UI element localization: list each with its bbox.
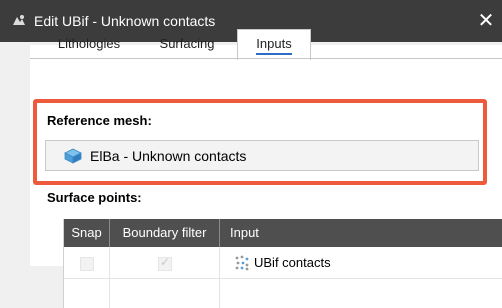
surface-points-table: Snap Boundary filter Input ✓ UBif contac… — [63, 219, 502, 308]
column-header-boundary-filter[interactable]: Boundary filter — [110, 219, 220, 247]
tab-inputs[interactable]: Inputs — [237, 29, 311, 60]
tab-lithologies[interactable]: Lithologies — [44, 30, 134, 58]
column-header-input[interactable]: Input — [220, 219, 502, 247]
snap-checkbox[interactable] — [80, 257, 94, 271]
tab-inputs-label: Inputs — [256, 36, 292, 55]
table-row[interactable]: ✓ UBif contacts — [64, 247, 502, 279]
checkmark-icon: ✓ — [160, 255, 171, 269]
column-header-snap[interactable]: Snap — [64, 219, 110, 247]
snap-cell — [64, 247, 110, 279]
tab-divider — [30, 58, 502, 59]
input-label: UBif contacts — [254, 255, 331, 270]
table-row — [64, 279, 502, 308]
surface-points-label: Surface points: — [47, 190, 142, 205]
empty-cell — [64, 279, 110, 308]
tab-surfacing[interactable]: Surfacing — [146, 30, 228, 58]
boundary-filter-cell: ✓ — [110, 247, 220, 279]
highlight-frame — [33, 99, 487, 185]
close-button[interactable]: ✕ — [470, 6, 502, 36]
app-icon — [13, 15, 25, 25]
table-header: Snap Boundary filter Input — [64, 219, 502, 247]
empty-cell — [110, 279, 220, 308]
window-title: Edit UBif - Unknown contacts — [34, 13, 216, 29]
input-cell: UBif contacts — [220, 247, 502, 279]
points-icon — [235, 255, 249, 271]
